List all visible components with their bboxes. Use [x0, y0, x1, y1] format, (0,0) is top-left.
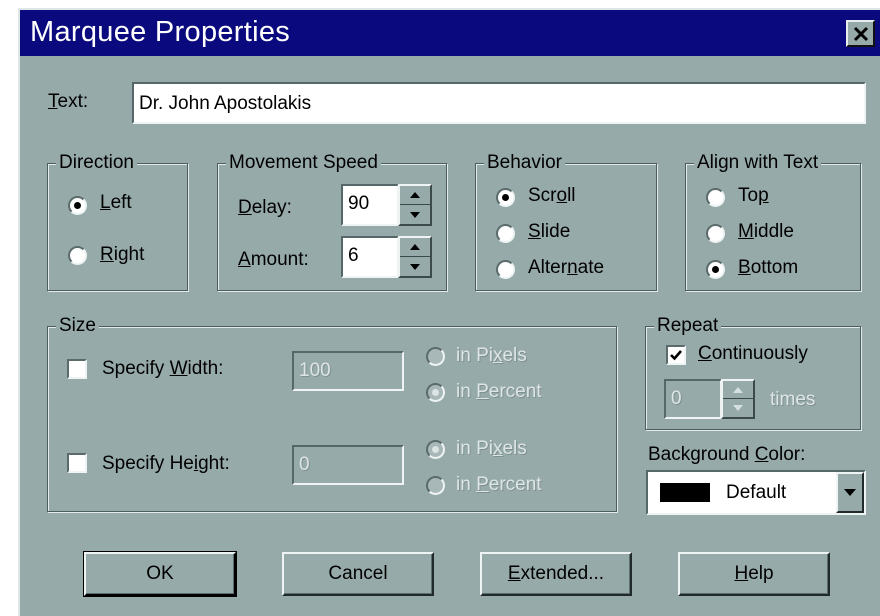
size-group: Size Specify Width: 100 in Pixels in Per…	[47, 315, 617, 512]
direction-left-radio[interactable]	[68, 196, 87, 215]
direction-right-radio[interactable]	[68, 246, 87, 265]
arrow-down-icon	[410, 211, 420, 218]
amount-label: Amount:	[238, 249, 309, 270]
specify-height-label[interactable]: Specify Height:	[102, 453, 230, 475]
behavior-slide-label[interactable]: Slide	[528, 221, 570, 243]
marquee-text-value: Dr. John Apostolakis	[139, 93, 312, 114]
height-input[interactable]: 0	[292, 445, 404, 485]
height-value: 0	[299, 454, 310, 475]
behavior-group: Behavior Scroll Slide Alternate	[475, 152, 657, 291]
width-pixels-label[interactable]: in Pixels	[456, 345, 527, 367]
ok-label: OK	[146, 563, 174, 584]
arrow-up-icon	[410, 244, 420, 250]
width-percent-radio[interactable]	[426, 383, 445, 402]
delay-down-button[interactable]	[400, 205, 430, 224]
height-pixels-radio[interactable]	[426, 440, 445, 459]
close-button[interactable]	[846, 20, 875, 47]
specify-height-checkbox[interactable]	[67, 453, 87, 473]
title-bar[interactable]: Marquee Properties	[20, 10, 880, 56]
align-bottom-radio[interactable]	[706, 260, 725, 279]
help-label: Help	[734, 563, 774, 584]
delay-label: Delay:	[238, 197, 292, 218]
amount-value: 6	[348, 245, 359, 266]
repeat-times-spinner[interactable]	[721, 379, 755, 419]
continuously-label[interactable]: Continuously	[698, 343, 808, 365]
arrow-up-icon	[410, 192, 420, 198]
align-legend: Align with Text	[694, 152, 822, 174]
repeat-times-value: 0	[671, 388, 682, 409]
behavior-legend: Behavior	[484, 152, 565, 174]
behavior-scroll-label[interactable]: Scroll	[528, 185, 576, 207]
movement-speed-group: Movement Speed Delay: 90 Amount: 6	[217, 152, 447, 291]
radio-selected-dot	[502, 194, 509, 201]
background-color-label: Background Color:	[648, 444, 806, 465]
background-color-value: Default	[726, 482, 787, 503]
specify-width-checkbox[interactable]	[67, 359, 87, 379]
behavior-alternate-radio[interactable]	[496, 260, 515, 279]
marquee-properties-dialog: Marquee Properties Text: Dr. John Aposto…	[18, 8, 880, 616]
delay-input[interactable]: 90	[341, 184, 399, 226]
repeat-group: Repeat Continuously 0 times	[645, 315, 861, 430]
width-input[interactable]: 100	[292, 351, 404, 391]
align-middle-label[interactable]: Middle	[738, 221, 794, 243]
dialog-title: Marquee Properties	[30, 16, 291, 48]
direction-left-label[interactable]: Left	[100, 192, 132, 214]
size-legend: Size	[56, 315, 99, 337]
repeat-times-input[interactable]: 0	[664, 379, 722, 419]
movement-speed-legend: Movement Speed	[226, 152, 381, 174]
align-middle-radio[interactable]	[706, 224, 725, 243]
chevron-down-icon	[844, 489, 856, 496]
height-pixels-label[interactable]: in Pixels	[456, 438, 527, 460]
checkmark-icon	[670, 350, 682, 361]
behavior-scroll-radio[interactable]	[496, 188, 515, 207]
repeat-up-button[interactable]	[723, 381, 753, 399]
repeat-legend: Repeat	[654, 315, 722, 337]
radio-selected-dot	[432, 389, 439, 396]
behavior-slide-radio[interactable]	[496, 224, 515, 243]
direction-right-label[interactable]: Right	[100, 244, 144, 266]
color-swatch	[660, 483, 710, 502]
marquee-text-input[interactable]: Dr. John Apostolakis	[132, 82, 866, 124]
specify-width-label[interactable]: Specify Width:	[102, 358, 223, 380]
amount-up-button[interactable]	[400, 238, 430, 257]
height-percent-label[interactable]: in Percent	[456, 474, 542, 496]
background-color-dropdown-button[interactable]	[836, 472, 864, 513]
delay-up-button[interactable]	[400, 186, 430, 205]
amount-down-button[interactable]	[400, 257, 430, 276]
arrow-up-icon	[733, 386, 743, 393]
radio-selected-dot	[712, 266, 719, 273]
align-top-radio[interactable]	[706, 188, 725, 207]
behavior-alternate-label[interactable]: Alternate	[528, 257, 604, 279]
height-percent-radio[interactable]	[426, 476, 445, 495]
extended-label: Extended...	[507, 563, 605, 584]
radio-selected-dot	[432, 446, 439, 453]
background-color-combo[interactable]: Default	[646, 470, 866, 515]
arrow-down-icon	[410, 263, 420, 270]
extended-button[interactable]: Extended...	[480, 552, 632, 596]
continuously-checkbox[interactable]	[666, 345, 686, 365]
radio-selected-dot	[74, 202, 81, 209]
direction-group: Direction Left Right	[47, 152, 188, 291]
align-with-text-group: Align with Text Top Middle Bottom	[685, 152, 861, 291]
delay-spinner[interactable]	[398, 184, 432, 226]
width-pixels-radio[interactable]	[426, 347, 445, 366]
help-button[interactable]: Help	[678, 552, 830, 596]
width-value: 100	[299, 360, 331, 381]
amount-spinner[interactable]	[398, 236, 432, 278]
arrow-down-icon	[733, 405, 743, 411]
close-icon	[853, 26, 868, 41]
align-bottom-label[interactable]: Bottom	[738, 257, 798, 279]
direction-legend: Direction	[56, 152, 137, 174]
repeat-down-button[interactable]	[723, 399, 753, 417]
delay-value: 90	[348, 193, 370, 214]
cancel-label: Cancel	[328, 563, 388, 584]
amount-input[interactable]: 6	[341, 236, 399, 278]
times-label: times	[770, 389, 816, 410]
cancel-button[interactable]: Cancel	[282, 552, 434, 596]
ok-button[interactable]: OK	[83, 551, 237, 597]
text-label: Text:	[48, 91, 89, 112]
width-percent-label[interactable]: in Percent	[456, 381, 542, 403]
align-top-label[interactable]: Top	[738, 185, 769, 207]
